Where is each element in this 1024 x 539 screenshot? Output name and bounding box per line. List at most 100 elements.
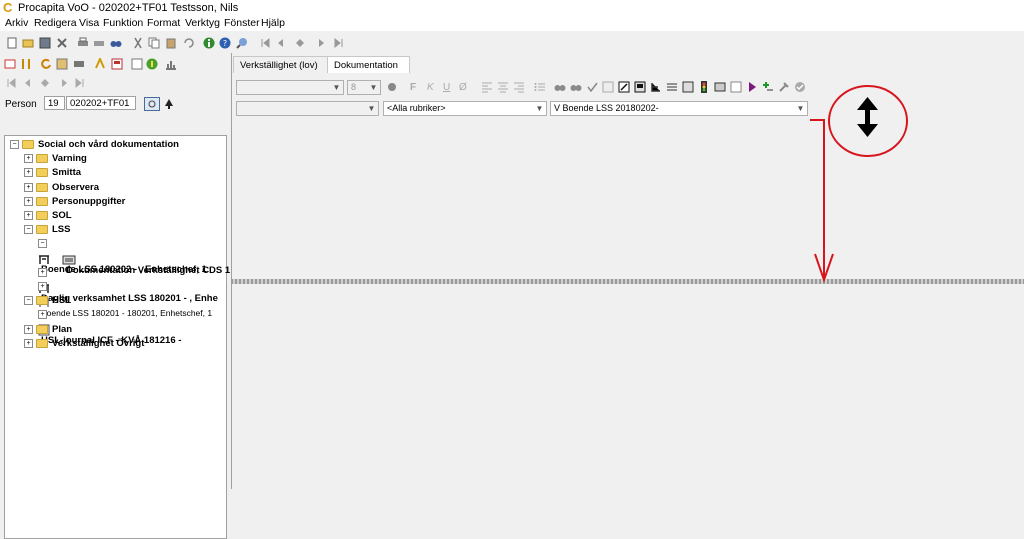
export-icon[interactable] <box>618 81 630 93</box>
save-icon[interactable] <box>39 37 51 49</box>
find-replace-icon[interactable] <box>570 81 582 93</box>
tree-next-icon[interactable] <box>58 77 70 89</box>
chevron-down-icon: ▼ <box>367 104 376 113</box>
first-record-icon[interactable] <box>259 37 271 49</box>
edit-icon[interactable] <box>56 58 68 70</box>
person-id-field[interactable]: 020202+TF01 <box>66 96 136 110</box>
printer-icon[interactable] <box>77 37 89 49</box>
pin-icon[interactable] <box>778 81 790 93</box>
main-toolbar: ? <box>0 33 1024 53</box>
menu-format[interactable]: Format <box>147 17 180 29</box>
bullet-list-icon[interactable] <box>534 81 546 93</box>
search-help-icon[interactable] <box>236 37 248 49</box>
align-left-icon[interactable] <box>481 81 493 93</box>
menu-funktion[interactable]: Funktion <box>103 17 143 29</box>
tree-root[interactable]: − Social och vård dokumentation <box>10 138 179 152</box>
columns-icon[interactable] <box>666 81 678 93</box>
underline-button[interactable]: U <box>443 82 450 93</box>
folder-icon <box>36 182 48 192</box>
tree-item-varning[interactable]: + Varning <box>24 152 87 166</box>
spellcheck-icon[interactable] <box>586 81 598 93</box>
tree-item-boende-lss-180201[interactable]: + Boende LSS 180201 - 180201, Enhetschef,… <box>38 280 212 318</box>
play-icon[interactable] <box>746 81 758 93</box>
tree-current-icon[interactable] <box>39 77 51 89</box>
menu-redigera[interactable]: Redigera <box>34 17 77 29</box>
person-tree-icon[interactable] <box>163 98 175 110</box>
tree-item-verkstallighet-ovrigt[interactable]: + Verkställighet Övrigt <box>24 337 144 351</box>
person-century-field[interactable]: 19 <box>44 96 65 110</box>
menu-arkiv[interactable]: Arkiv <box>5 17 28 29</box>
filter-select-empty[interactable]: ▼ <box>236 101 379 116</box>
align-center-icon[interactable] <box>497 81 509 93</box>
refresh-icon[interactable] <box>40 58 52 70</box>
current-record-icon[interactable] <box>294 37 306 49</box>
highlight-icon[interactable] <box>94 58 106 70</box>
tree-item-lss[interactable]: − LSS <box>24 223 70 237</box>
tree-first-icon[interactable] <box>5 77 17 89</box>
font-size-select[interactable]: 8 ▼ <box>347 80 381 95</box>
tree-view-icon[interactable] <box>650 81 662 93</box>
pane-splitter[interactable] <box>231 279 1024 284</box>
template-icon[interactable] <box>634 81 646 93</box>
rubrik-filter-select[interactable]: <Alla rubriker> ▼ <box>383 101 547 116</box>
binoculars-icon[interactable] <box>110 37 122 49</box>
open-folder-icon[interactable] <box>22 37 34 49</box>
sign-icon[interactable] <box>714 81 726 93</box>
last-record-icon[interactable] <box>333 37 345 49</box>
cut-icon[interactable] <box>132 37 144 49</box>
print-preview-icon[interactable] <box>93 37 105 49</box>
strikethrough-button[interactable]: Ø <box>459 82 467 93</box>
chevron-down-icon: ▼ <box>796 104 805 113</box>
tree-item-daglig-verksamhet[interactable]: + Daglig verksamhet LSS 180201 - , Enhe <box>38 266 218 304</box>
plan-filter-select[interactable]: V Boende LSS 20180202- ▼ <box>550 101 808 116</box>
form-icon[interactable] <box>111 58 123 70</box>
next-record-icon[interactable] <box>315 37 327 49</box>
app-logo-icon: C <box>3 0 13 15</box>
attachment-icon[interactable] <box>730 81 742 93</box>
menu-fonster[interactable]: Fönster <box>224 17 260 29</box>
tree-item-boende-lss-180202[interactable]: − Boende LSS 180202 - , Enhetschef, 1 <box>38 237 207 275</box>
undo-icon[interactable] <box>182 37 194 49</box>
menu-visa[interactable]: Visa <box>79 17 99 29</box>
tab-verkstallighet-lov[interactable]: Verkställighet (lov) <box>233 56 328 73</box>
traffic-light-icon[interactable] <box>698 81 710 93</box>
copy-icon[interactable] <box>148 37 160 49</box>
table-icon[interactable] <box>682 81 694 93</box>
tree-item-plan[interactable]: + Plan <box>24 323 72 337</box>
font-color-icon[interactable] <box>386 81 398 93</box>
tree-item-hsl[interactable]: − HSL <box>24 294 71 308</box>
font-name-select[interactable]: ▼ <box>236 80 344 95</box>
tree-item-dokumentation-verkstallighet[interactable]: Dokumentation Verkställighet CDS 1 <box>62 252 230 276</box>
add-entry-icon[interactable] <box>762 81 774 93</box>
delete-icon[interactable] <box>56 37 68 49</box>
tree-item-hsl-journal[interactable]: + HSL-journal ICF - KVÅ 181216 - <box>38 308 181 346</box>
person-card-icon[interactable] <box>4 58 16 70</box>
tree-previous-icon[interactable] <box>22 77 34 89</box>
previous-record-icon[interactable] <box>275 37 287 49</box>
sort-icon[interactable] <box>20 58 32 70</box>
tree-last-icon[interactable] <box>74 77 86 89</box>
document-check-icon[interactable] <box>602 81 614 93</box>
block-icon[interactable] <box>73 58 85 70</box>
document-list-icon[interactable] <box>131 58 143 70</box>
italic-button[interactable]: K <box>427 82 434 93</box>
folder-icon <box>36 324 48 334</box>
approve-icon[interactable] <box>794 81 806 93</box>
paste-icon[interactable] <box>165 37 177 49</box>
statistics-icon[interactable] <box>165 58 177 70</box>
tree-item-smitta[interactable]: + Smitta <box>24 166 81 180</box>
menu-verktyg[interactable]: Verktyg <box>185 17 220 29</box>
tree-item-personuppgifter[interactable]: + Personuppgifter <box>24 195 125 209</box>
person-search-icon[interactable] <box>144 97 160 111</box>
tab-dokumentation[interactable]: Dokumentation <box>327 56 410 73</box>
help-icon[interactable]: ? <box>219 37 231 49</box>
tree-item-sol[interactable]: + SOL <box>24 209 72 223</box>
new-document-icon[interactable] <box>6 37 18 49</box>
align-right-icon[interactable] <box>513 81 525 93</box>
info-icon[interactable] <box>203 37 215 49</box>
bold-button[interactable]: F <box>410 82 416 93</box>
tree-item-observera[interactable]: + Observera <box>24 181 99 195</box>
menu-hjalp[interactable]: Hjälp <box>261 17 285 29</box>
find-icon[interactable] <box>554 81 566 93</box>
alert-icon[interactable] <box>146 58 158 70</box>
